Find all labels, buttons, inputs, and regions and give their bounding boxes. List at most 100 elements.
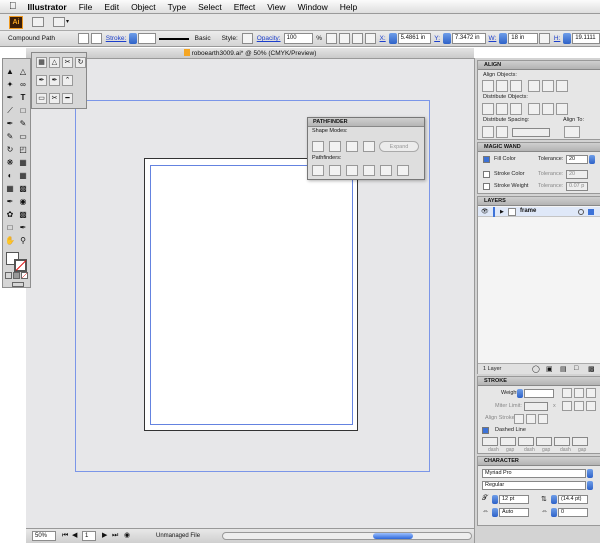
- round-join-icon[interactable]: [574, 401, 584, 411]
- y-stepper[interactable]: [443, 33, 451, 44]
- align-center-icon[interactable]: [338, 33, 350, 44]
- divide-icon[interactable]: [312, 165, 324, 176]
- menu-select[interactable]: Select: [192, 2, 228, 12]
- menu-edit[interactable]: Edit: [98, 2, 125, 12]
- h-align-right-icon[interactable]: [510, 80, 522, 92]
- stroke-weight-stepper[interactable]: [129, 33, 138, 44]
- weight-stepper[interactable]: [517, 389, 523, 398]
- font-style-dropdown-icon[interactable]: [587, 481, 593, 490]
- target-icon[interactable]: [578, 209, 584, 215]
- h-input[interactable]: 19.1111: [572, 33, 600, 44]
- font-size-stepper[interactable]: [492, 495, 498, 504]
- knife-icon[interactable]: ━: [62, 93, 73, 104]
- bevel-join-icon[interactable]: [586, 401, 596, 411]
- gradient-mode-icon[interactable]: [13, 272, 20, 279]
- dash-input-1[interactable]: [482, 437, 498, 446]
- tracking-input[interactable]: 0: [558, 508, 588, 517]
- miter-limit-input[interactable]: [524, 402, 548, 411]
- transform-icon[interactable]: [364, 33, 376, 44]
- make-clipping-mask-icon[interactable]: ▣: [546, 365, 553, 373]
- symbol-sprayer-tool-icon[interactable]: ✿: [5, 210, 15, 220]
- pathfinder-title[interactable]: PATHFINDER: [308, 118, 424, 127]
- stroke-color-swatch[interactable]: [14, 259, 27, 272]
- convert-anchor-icon[interactable]: ⌃: [62, 75, 73, 86]
- graph-tool-icon[interactable]: ▩: [18, 210, 28, 220]
- menu-file[interactable]: File: [73, 2, 99, 12]
- mesh-tool-icon[interactable]: ▦: [5, 184, 15, 194]
- round-cap-icon[interactable]: [574, 388, 584, 398]
- arrange-documents-icon[interactable]: [53, 17, 65, 27]
- lasso-tool-icon[interactable]: ∞: [18, 80, 28, 90]
- previous-artboard-icon[interactable]: ◀: [72, 529, 77, 543]
- artboard[interactable]: [150, 165, 353, 425]
- shape-builder-tool-icon[interactable]: ◐: [5, 171, 15, 181]
- v-align-top-icon[interactable]: [528, 80, 540, 92]
- line-tool-icon[interactable]: ⟋: [5, 106, 15, 116]
- y-link[interactable]: Y:: [434, 35, 440, 42]
- x-stepper[interactable]: [388, 33, 397, 44]
- apple-icon[interactable]: : [0, 1, 22, 12]
- merge-icon[interactable]: [346, 165, 358, 176]
- menu-object[interactable]: Object: [125, 2, 162, 12]
- w-link[interactable]: W:: [489, 35, 497, 42]
- v-distribute-top-icon[interactable]: [482, 103, 494, 115]
- y-input[interactable]: 7.3472 in: [451, 33, 486, 44]
- eyedropper-tool-icon[interactable]: ✒: [5, 197, 15, 207]
- brush-name[interactable]: Basic: [195, 35, 211, 42]
- free-transform-tool-icon[interactable]: ▦: [18, 158, 28, 168]
- stroke-weight-input[interactable]: [138, 33, 157, 44]
- new-layer-icon[interactable]: □: [574, 365, 578, 372]
- zoom-tool-icon[interactable]: ⚲: [18, 236, 28, 246]
- blob-brush-tool-icon[interactable]: ✎: [5, 132, 15, 142]
- layer-row[interactable]: 👁 ▶ frame: [478, 207, 600, 217]
- selection-indicator-icon[interactable]: [588, 209, 594, 215]
- w-stepper[interactable]: [499, 33, 508, 44]
- tracking-stepper[interactable]: [551, 508, 557, 517]
- last-artboard-icon[interactable]: ⏭: [112, 529, 118, 543]
- align-stroke-outside-icon[interactable]: [538, 414, 548, 424]
- menu-app-name[interactable]: Illustrator: [22, 2, 73, 12]
- artboard-tool-icon[interactable]: □: [5, 223, 15, 233]
- opacity-link[interactable]: Opacity:: [257, 35, 281, 42]
- unite-icon[interactable]: [312, 141, 324, 152]
- align-to-selection-icon[interactable]: [564, 126, 580, 138]
- v-distribute-center-icon[interactable]: [496, 103, 508, 115]
- menu-help[interactable]: Help: [334, 2, 363, 12]
- weight-tolerance-input[interactable]: 0.07 p: [566, 182, 588, 191]
- exclude-icon[interactable]: [363, 141, 375, 152]
- dash-input-2[interactable]: [518, 437, 534, 446]
- slice-tool-icon[interactable]: ✒: [18, 223, 28, 233]
- hand-tool-icon[interactable]: ✋: [5, 236, 15, 246]
- warp-tool-icon[interactable]: ❋: [5, 158, 15, 168]
- font-size-input[interactable]: 12 pt: [499, 495, 529, 504]
- blend-tool-icon[interactable]: ◉: [18, 197, 28, 207]
- first-artboard-icon[interactable]: ⏮: [62, 529, 68, 543]
- paintbrush-tool-icon[interactable]: ✒: [5, 119, 15, 129]
- status-text[interactable]: Unmanaged File: [156, 529, 200, 543]
- fill-swatch[interactable]: [77, 33, 89, 44]
- x-input[interactable]: 5.4861 in: [397, 33, 432, 44]
- leading-input[interactable]: (14.4 pt): [558, 495, 588, 504]
- butt-cap-icon[interactable]: [562, 388, 572, 398]
- font-family-dropdown-icon[interactable]: [587, 469, 593, 478]
- weight-input[interactable]: [524, 389, 554, 398]
- expand-triangle-icon[interactable]: ▶: [500, 209, 504, 215]
- character-title[interactable]: CHARACTER: [478, 457, 600, 466]
- align-stroke-center-icon[interactable]: [514, 414, 524, 424]
- eraser-tool-icon[interactable]: ▭: [18, 132, 28, 142]
- gradient-tool-icon[interactable]: ▩: [18, 184, 28, 194]
- graphic-style-swatch[interactable]: [241, 33, 253, 44]
- visibility-eye-icon[interactable]: 👁: [481, 208, 489, 215]
- h-align-left-icon[interactable]: [482, 80, 494, 92]
- magic-wand-title[interactable]: MAGIC WAND: [478, 143, 600, 152]
- eraser-icon[interactable]: ▭: [36, 93, 47, 104]
- align-title[interactable]: ALIGN: [478, 61, 600, 70]
- pencil-tool-icon[interactable]: ✎: [18, 119, 28, 129]
- screen-mode-icon[interactable]: [12, 282, 24, 287]
- minus-back-icon[interactable]: [397, 165, 409, 176]
- scissors-tool-icon[interactable]: ✂: [49, 93, 60, 104]
- distribute-spacing-input[interactable]: [512, 128, 550, 137]
- rotate-tool-icon[interactable]: ↻: [5, 145, 15, 155]
- v-align-center-icon[interactable]: [542, 80, 554, 92]
- magic-wand-tool-icon[interactable]: ✦: [5, 80, 15, 90]
